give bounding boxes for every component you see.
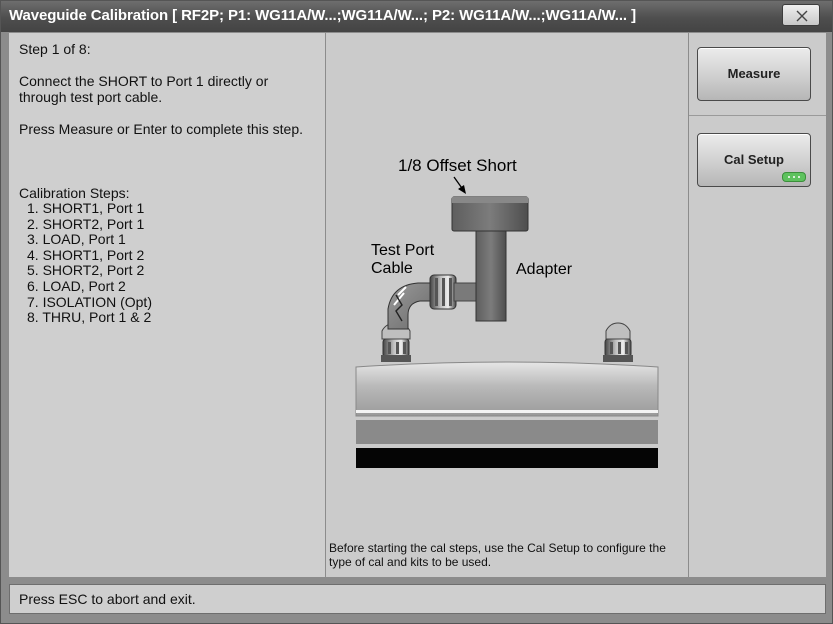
submenu-indicator-icon	[782, 172, 806, 182]
calibration-steps-list: 1. SHORT1, Port 1 2. SHORT2, Port 1 3. L…	[19, 200, 317, 326]
softkey-divider	[689, 115, 826, 116]
adapter	[475, 228, 507, 322]
offset-short-label: 1/8 Offset Short	[398, 156, 517, 175]
port-2-connector	[603, 322, 633, 362]
content-area: Step 1 of 8: Connect the SHORT to Port 1…	[9, 33, 826, 577]
status-bar: Press ESC to abort and exit.	[9, 584, 826, 614]
softkey-panel: Measure Cal Setup	[689, 33, 826, 577]
close-icon	[796, 10, 808, 22]
cable-connector-nut	[429, 274, 479, 310]
press-instruction: Press Measure or Enter to complete this …	[19, 121, 304, 137]
measure-button[interactable]: Measure	[697, 47, 811, 101]
list-item: 2. SHORT2, Port 1	[27, 215, 145, 232]
pointer-arrow	[453, 176, 466, 194]
close-button[interactable]	[782, 4, 820, 26]
cable-label: Cable	[371, 260, 413, 277]
measure-button-label: Measure	[727, 66, 781, 81]
adapter-label: Adapter	[516, 261, 573, 278]
connection-diagram: 1/8 Offset Short Test Port Cable Adapter	[355, 156, 659, 468]
cal-setup-button-label: Cal Setup	[724, 152, 784, 167]
steps-header: Calibration Steps:	[19, 185, 130, 201]
list-item: 4. SHORT1, Port 2	[27, 246, 145, 263]
list-item: 3. LOAD, Port 1	[27, 231, 126, 248]
title-bar: Waveguide Calibration [ RF2P; P1: WG11A/…	[1, 1, 832, 32]
offset-short	[451, 196, 529, 232]
cal-setup-button[interactable]: Cal Setup	[697, 133, 811, 187]
instructions-panel: Step 1 of 8: Connect the SHORT to Port 1…	[9, 33, 326, 577]
cal-setup-note: Before starting the cal steps, use the C…	[329, 541, 666, 569]
instrument-body	[355, 361, 659, 468]
test-port-cable	[387, 282, 435, 330]
list-item: 8. THRU, Port 1 & 2	[27, 309, 152, 326]
list-item: 5. SHORT2, Port 2	[27, 262, 145, 279]
test-port-label: Test Port	[371, 242, 435, 259]
connect-instruction: Connect the SHORT to Port 1 directly or …	[19, 73, 269, 105]
list-item: 7. ISOLATION (Opt)	[27, 293, 152, 310]
status-message: Press ESC to abort and exit.	[19, 591, 196, 607]
step-counter: Step 1 of 8:	[19, 41, 91, 57]
window-title: Waveguide Calibration [ RF2P; P1: WG11A/…	[9, 7, 636, 24]
diagram-panel: 1/8 Offset Short Test Port Cable Adapter…	[326, 33, 689, 577]
list-item: 6. LOAD, Port 2	[27, 277, 126, 294]
calibration-window: Waveguide Calibration [ RF2P; P1: WG11A/…	[0, 0, 833, 624]
list-item: 1. SHORT1, Port 1	[27, 200, 145, 216]
